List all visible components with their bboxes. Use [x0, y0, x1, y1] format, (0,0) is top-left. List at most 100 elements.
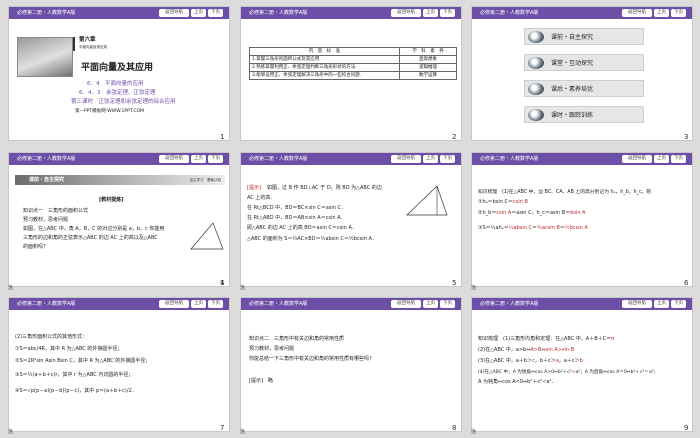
- globe-icon: [528, 109, 544, 121]
- footer-mark: 治: [471, 429, 477, 435]
- next-button[interactable]: 下页: [208, 300, 223, 308]
- question-line: 三角形的边和角的正弦表示△ABC 的边 AC 上的高以及△ABC: [23, 235, 158, 241]
- slide-header: 必修第二册・人教数学A版 返回导航 上页 下页: [241, 153, 461, 165]
- slide-header: 必修第二册・人教数学A版 返回导航 上页 下页: [9, 153, 229, 165]
- formula-line: ③S＝½(a＋b＋c)r，其中 r 为△ABC 内切圆的半径；: [15, 372, 134, 378]
- menu-item-preview[interactable]: 课前・自主探究: [524, 28, 644, 45]
- subtitle-2: 6．4．3 余弦定理、正弦定理: [79, 90, 156, 96]
- slide-thumbnail-8[interactable]: 必修第二册・人教数学A版 返回导航 上页 下页 知识点二 三角形中有关边和角的常…: [240, 297, 462, 432]
- next-button[interactable]: 下页: [208, 9, 223, 17]
- prev-button[interactable]: 上页: [191, 155, 206, 163]
- nav-button[interactable]: 返回导航: [622, 300, 652, 308]
- next-button[interactable]: 下页: [671, 300, 686, 308]
- solution-line: AC 上的高．: [247, 195, 276, 201]
- formula-text: ①hₐ＝bsin C＝: [478, 199, 514, 205]
- slide-thumbnail-9[interactable]: 必修第二册・人教数学A版 返回导航 上页 下页 知识梳理 (1)三角形内角和定理…: [471, 297, 693, 432]
- next-button[interactable]: 下页: [440, 300, 455, 308]
- knowledge-point: 知识点二 三角形中有关边和角的常用性质: [249, 336, 345, 342]
- chapter-label: 第六章: [79, 37, 96, 43]
- nav-button[interactable]: 返回导航: [159, 9, 189, 17]
- footer-mark: 治: [471, 285, 477, 291]
- formula-text: (3)在△ABC 中，a＋b＞: [478, 358, 533, 364]
- menu-item-training[interactable]: 课时・跟踪训练: [524, 106, 644, 123]
- formula-text: (4)在△ABC 中，A 为锐角⇔cos A>0⇔b²＋c²: [478, 370, 572, 375]
- next-button[interactable]: 下页: [671, 155, 686, 163]
- answer-text: A>B: [530, 347, 542, 353]
- nav-button[interactable]: 返回导航: [391, 300, 421, 308]
- prev-button[interactable]: 上页: [654, 9, 669, 17]
- formula-line: ②S＝2R²sin Asin Bsin C，其中 R 为△ABC 的外接圆半径；: [15, 358, 151, 364]
- next-button[interactable]: 下页: [440, 155, 455, 163]
- table-header-row: 内 容 标 准 学 科 素 养: [249, 47, 457, 56]
- prev-button[interactable]: 上页: [191, 300, 206, 308]
- solution-line: 在 Rt△BCD 中，BD＝BC×sin C＝asin C．: [247, 205, 346, 211]
- table-row: 3.能够运用正、余弦定理解决三角形中的一些综合问题. 数学运算: [249, 71, 457, 80]
- menu-item-label: 课后・素养培优: [551, 86, 594, 93]
- table-header-cell: 内 容 标 准: [249, 47, 400, 56]
- slide-header: 必修第二册・人教数学A版 返回导航 上页 下页: [9, 298, 229, 310]
- nav-button[interactable]: 返回导航: [622, 155, 652, 163]
- slide-number-7: 7: [220, 424, 225, 432]
- globe-icon: [528, 31, 544, 43]
- globe-icon: [528, 83, 544, 95]
- slide-number: 3: [684, 133, 689, 141]
- formula-text: a²．: [546, 379, 557, 385]
- answer-text: b: [579, 358, 583, 364]
- slide-thumbnail-5[interactable]: 必修第二册・人教数学A版 返回导航 上页 下页 [提示] 如图，过 B 作 BD…: [240, 152, 462, 287]
- preview-line: 预习教材，思考问题: [23, 217, 69, 223]
- formula-heading: (2)三角形面积公式的其他形式：: [15, 334, 88, 340]
- nav-button[interactable]: 返回导航: [391, 155, 421, 163]
- question-line: 的面积吗？: [23, 244, 49, 250]
- slide-sorter-grid: 必修第二册・人教数学A版 返回导航 上页 下页 第六章 平面向量及其应用 平面向…: [0, 0, 700, 438]
- prev-button[interactable]: 上页: [423, 155, 438, 163]
- slide-number-8: 8: [452, 424, 457, 432]
- answer-text: ½absin C: [508, 225, 533, 231]
- slide-number: 2: [452, 133, 457, 141]
- header-title: 必修第二册・人教数学A版: [249, 10, 308, 16]
- chapter-subtitle: 平面向量及其应用: [79, 45, 107, 49]
- slide-thumbnail-2[interactable]: 必修第二册・人教数学A版 返回导航 上页 下页 内 容 标 准 学 科 素 养 …: [240, 6, 462, 141]
- table-cell: 逻辑推理: [399, 63, 457, 72]
- solution-line: △ABC 的面积为 S＝½AC×BD＝½absin C＝½bcsin A．: [247, 236, 377, 242]
- globe-icon: [528, 57, 544, 69]
- prev-button[interactable]: 上页: [654, 300, 669, 308]
- slide-number-5: 5: [452, 279, 457, 287]
- nav-button[interactable]: 返回导航: [159, 300, 189, 308]
- credit-text: 第一PPT模板网-WWW.1PPT.COM: [75, 109, 145, 114]
- next-button[interactable]: 下页: [440, 9, 455, 17]
- formula-text: a²；: [648, 370, 659, 375]
- prev-button[interactable]: 上页: [423, 300, 438, 308]
- slide-thumbnail-1[interactable]: 必修第二册・人教数学A版 返回导航 上页 下页 第六章 平面向量及其应用 平面向…: [8, 6, 230, 141]
- formula-text: ，a＋c＞: [558, 358, 580, 364]
- formula-line: ②h_b＝csin A＝asin C，h_c＝asin B＝bsin A: [478, 210, 586, 217]
- slide-thumbnail-3[interactable]: 必修第二册・人教数学A版 返回导航 上页 下页 课前・自主探究 课堂・互动探究 …: [471, 6, 693, 141]
- subtitle-1: 6．4 平面向量的应用: [87, 81, 144, 87]
- slide-thumbnail-6[interactable]: 必修第二册・人教数学A版 返回导航 上页 下页 知识梳理 (1)在△ABC 中，…: [471, 152, 693, 287]
- slide-thumbnail-7[interactable]: 必修第二册・人教数学A版 返回导航 上页 下页 (2)三角形面积公式的其他形式：…: [8, 297, 230, 432]
- formula-line: ③S＝½ahₐ＝½absin C＝½acsin B＝½bcsin A: [478, 225, 588, 232]
- formula-text: 知识梳理 (1)三角形内角和定理：在△ABC 中，A＋B＋C＝: [478, 336, 612, 342]
- menu-item-after-class[interactable]: 课后・素养培优: [524, 80, 644, 97]
- nav-button[interactable]: 返回导航: [159, 155, 189, 163]
- prev-button[interactable]: 上页: [191, 9, 206, 17]
- next-button[interactable]: 下页: [671, 9, 686, 17]
- prev-button[interactable]: 上页: [423, 9, 438, 17]
- formula-text: a²；A 为直角⇔cos A＝0⇔b²＋c²: [575, 370, 645, 375]
- nav-button[interactable]: 返回导航: [391, 9, 421, 17]
- menu-item-classroom[interactable]: 课堂・互动探究: [524, 54, 644, 71]
- header-title: 必修第二册・人教数学A版: [480, 156, 539, 162]
- cover-photo: [17, 37, 73, 77]
- next-button[interactable]: 下页: [208, 155, 223, 163]
- banner-right: 自主学习 基础认知: [189, 178, 222, 182]
- slide-thumbnail-4[interactable]: 必修第二册・人教数学A版 返回导航 上页 下页 课前・自主探究 自主学习 基础认…: [8, 152, 230, 287]
- header-title: 必修第二册・人教数学A版: [480, 301, 539, 307]
- nav-button[interactable]: 返回导航: [622, 9, 652, 17]
- header-title: 必修第二册・人教数学A版: [249, 301, 308, 307]
- solution-line: 即△ABC 的边 AC 上的高 BD＝asin C＝csin A．: [247, 225, 357, 231]
- question-line: 你能总结一下三角形中有关边和角的常用性质有哪些吗？: [249, 356, 375, 362]
- prev-button[interactable]: 上页: [654, 155, 669, 163]
- answer-text: csin A: [496, 210, 512, 216]
- summary-line: (2)在△ABC 中，a>b⇔A>B⇔sin A>sin B: [478, 347, 574, 354]
- header-title: 必修第二册・人教数学A版: [249, 156, 308, 162]
- menu-item-label: 课时・跟踪训练: [551, 112, 594, 119]
